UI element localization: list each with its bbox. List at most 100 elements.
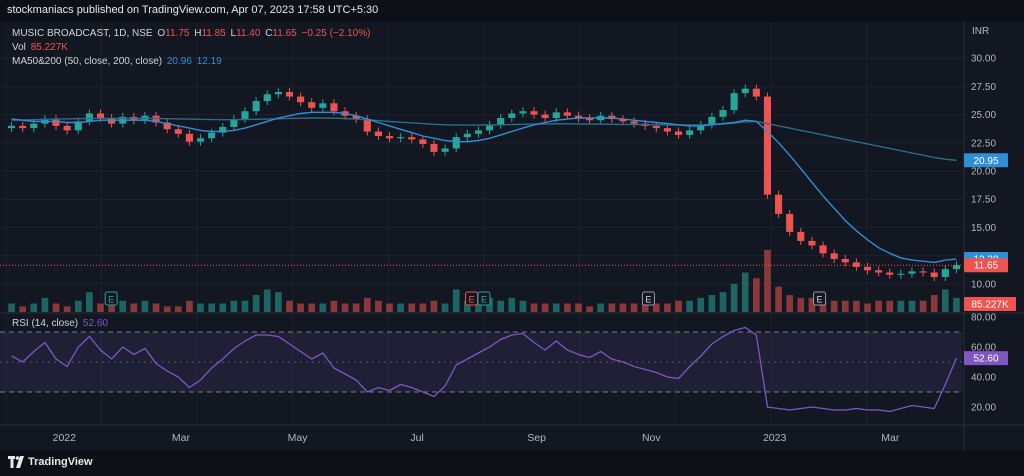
volume-bar [119, 300, 127, 312]
candle-body [752, 88, 760, 97]
symbol-name: MUSIC BROADCAST, 1D, NSE [12, 28, 153, 39]
symbol-legend: MUSIC BROADCAST, 1D, NSE O11.75 H11.85 L… [12, 28, 372, 39]
candle-body [52, 119, 60, 126]
volume-bar [886, 300, 894, 312]
candle-body [452, 137, 460, 149]
volume-bar [508, 297, 516, 312]
volume-bar [519, 300, 527, 312]
volume-bar [797, 297, 805, 312]
volume-bar [319, 303, 327, 312]
volume-legend: Vol 85.227K [12, 42, 70, 53]
volume-bar [186, 300, 193, 312]
time-tick-label: Mar [172, 432, 191, 444]
candle-body [263, 94, 271, 102]
open-label: O [157, 28, 166, 39]
volume-bar [875, 300, 882, 312]
candle-body [508, 113, 516, 118]
candle-body [897, 273, 905, 275]
candle-body [930, 272, 938, 278]
change-value: −0.25 (−2.10%) [301, 28, 371, 39]
volume-bar [764, 250, 771, 312]
published-text: stockmaniacs published on TradingView.co… [7, 4, 379, 16]
volume-bar [441, 303, 449, 312]
volume-bar [8, 303, 15, 312]
volume-bar [908, 300, 916, 312]
volume-bar [597, 303, 605, 312]
volume-bar [86, 292, 93, 312]
price-chart[interactable]: INR 30.00 27.50 25.00 22.50 20.00 17.50 15.00 12… [0, 22, 1024, 450]
volume-bar [675, 300, 682, 312]
volume-bar [941, 289, 949, 312]
earnings-marker-label: E [108, 295, 114, 305]
candle-body [686, 130, 694, 135]
volume-bar [130, 303, 138, 312]
earnings-markers: EEEEE [104, 291, 827, 306]
candle-body [541, 114, 549, 118]
high-value: 11.85 [201, 28, 226, 39]
candle-body [419, 139, 427, 144]
volume-bar [419, 303, 427, 312]
candle-body [463, 133, 471, 138]
volume-bar [163, 306, 171, 312]
time-tick-label: 2022 [53, 432, 77, 444]
candle-body [408, 137, 416, 140]
volume-bar [697, 297, 705, 312]
volume-bar [230, 300, 238, 312]
volume-value: 85.227K [30, 42, 68, 53]
candle-body [763, 96, 772, 195]
volume-bar [408, 303, 416, 312]
volume-bar [830, 300, 838, 312]
volume-bar [297, 303, 304, 312]
candle-body [841, 258, 849, 263]
candle-body [241, 111, 249, 120]
candle-body [252, 101, 260, 112]
candle-body [441, 148, 449, 152]
volume-bar [286, 300, 293, 312]
time-tick-label: Jul [410, 432, 423, 444]
candle-body [875, 270, 883, 273]
volume-bar [564, 303, 571, 312]
low-value: 11.40 [236, 28, 261, 39]
candle-body [363, 119, 371, 132]
candle-body [563, 112, 571, 116]
volume-bar [52, 303, 60, 312]
volume-bar [619, 303, 627, 312]
volume-bar [397, 303, 404, 312]
volume-bar [141, 300, 149, 312]
candle-body [519, 111, 527, 114]
candle-body [297, 96, 305, 103]
price-tick-label: 30.00 [971, 54, 996, 65]
candle-body [741, 88, 749, 94]
volume-bar [275, 292, 282, 312]
volume-bar [197, 303, 204, 312]
volume-bar [30, 303, 38, 312]
candle-body [30, 123, 38, 129]
volume-tag-label: 85.227K [971, 300, 1009, 311]
volume-bar [241, 300, 249, 312]
published-banner: stockmaniacs published on TradingView.co… [0, 0, 1024, 22]
chart-area[interactable]: INR 30.00 27.50 25.00 22.50 20.00 17.50 15.00 12… [0, 22, 1024, 450]
candle-body [374, 131, 382, 137]
open-value: 11.75 [165, 28, 190, 39]
volume-bar [897, 300, 905, 312]
volume-bar [552, 303, 560, 312]
volume-bar [386, 303, 393, 312]
rsi-legend: RSI (14, close) 52.60 [12, 318, 110, 329]
volume-bar [686, 300, 693, 312]
volume-bar [97, 303, 104, 312]
volume-bar [174, 306, 182, 312]
volume-bar [664, 303, 671, 312]
price-tick-label: 27.50 [971, 82, 996, 93]
price-tick-label: 22.50 [971, 138, 996, 149]
candle-body [663, 128, 671, 132]
time-tick-label: May [288, 432, 309, 444]
volume-bar [608, 303, 616, 312]
volume-bar [341, 303, 349, 312]
earnings-marker-label: E [469, 295, 475, 305]
candle-body [196, 138, 205, 142]
candle-body [708, 116, 716, 125]
candle-body [530, 111, 538, 115]
candle-body [775, 194, 783, 214]
candle-body [652, 125, 660, 129]
candle-body [85, 113, 93, 122]
